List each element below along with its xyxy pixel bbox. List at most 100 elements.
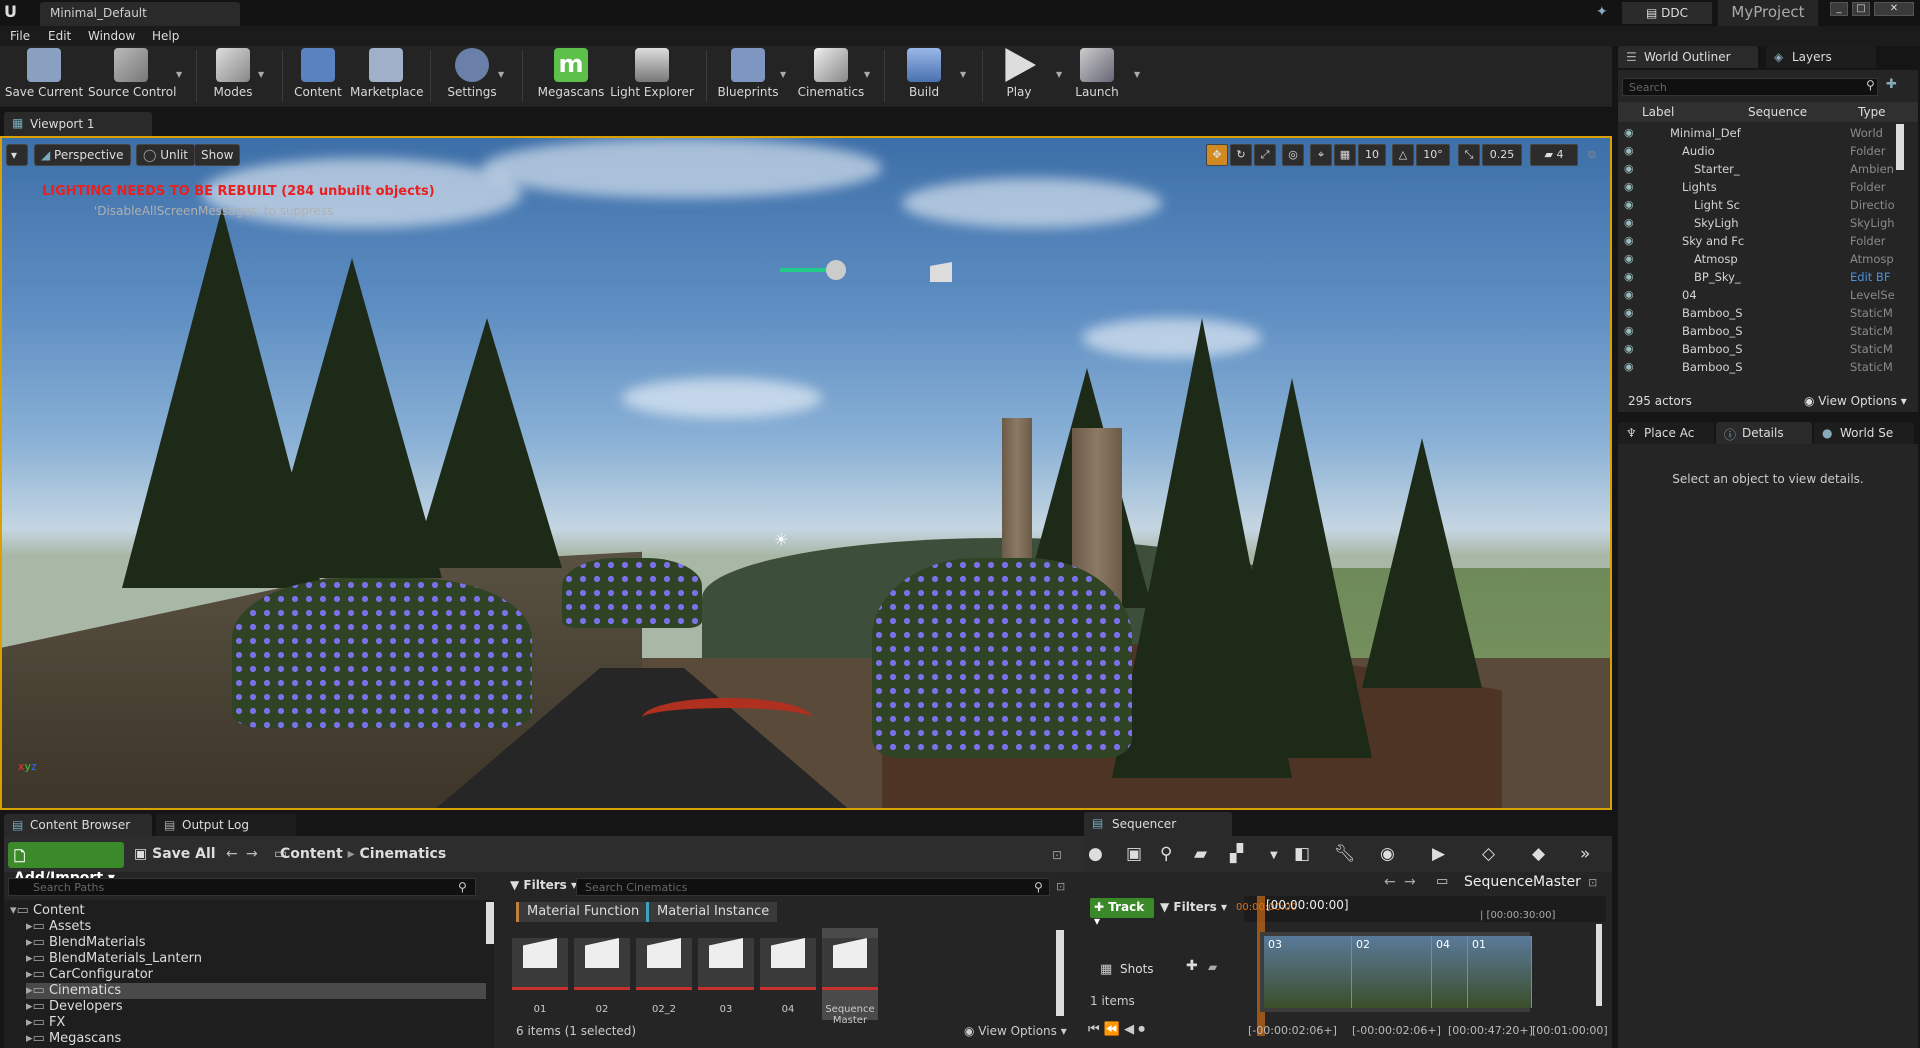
outliner-row[interactable]: ◉ Starter_ Ambien	[1618, 160, 1918, 178]
modes-dropdown-icon[interactable]: ▼	[258, 70, 264, 79]
filters-button[interactable]: ▼ Filters ▾	[510, 878, 577, 892]
source-control-button[interactable]: Source Control	[88, 48, 176, 106]
asset-view-options[interactable]: ◉ View Options ▾	[964, 1024, 1067, 1038]
megascans-button[interactable]: m Megascans	[536, 48, 606, 106]
outliner-row[interactable]: ◉ Bamboo_S StaticM	[1618, 304, 1918, 322]
wrench-icon[interactable]: 🔧︎	[1334, 844, 1356, 864]
folder-tree-item[interactable]: ▸▭ BlendMaterials_Lantern	[26, 951, 486, 967]
dropdown-icon[interactable]: ▼	[1270, 850, 1278, 861]
outliner-row[interactable]: ◉ Bamboo_S StaticM	[1618, 358, 1918, 376]
step-back-icon[interactable]: ⏪	[1104, 1022, 1120, 1037]
document-tab[interactable]: Minimal_Default	[40, 2, 240, 26]
build-button[interactable]: Build	[894, 48, 954, 106]
folder-tree-item[interactable]: ▸▭ FX	[26, 1015, 486, 1031]
grid-snap-icon[interactable]: ▦	[1334, 144, 1356, 166]
expand-icon[interactable]: »	[1580, 844, 1590, 864]
scale-snap-icon[interactable]: ⤡	[1458, 144, 1480, 166]
source-control-dropdown-icon[interactable]: ▼	[176, 70, 182, 79]
back-arrow-icon[interactable]: ←	[226, 846, 238, 862]
col-sequence[interactable]: Sequence	[1748, 105, 1807, 119]
unreal-logo-icon[interactable]: U	[4, 2, 22, 22]
tab-details[interactable]: ⓘ Details	[1716, 422, 1812, 444]
breadcrumb-cinematics[interactable]: Cinematics	[360, 846, 447, 862]
light-explorer-button[interactable]: Light Explorer	[610, 48, 694, 106]
timecode-out[interactable]: [00:00:47:20+]	[1448, 1024, 1533, 1037]
timecode-start[interactable]: [-00:00:02:06+]	[1248, 1024, 1337, 1037]
save-current-button[interactable]: Save Current	[4, 48, 84, 106]
keyframe-icon[interactable]: ◇	[1482, 844, 1495, 864]
rotation-snap-value[interactable]: 10°	[1416, 144, 1450, 166]
shot-section[interactable]: 02	[1352, 936, 1432, 1008]
playback-icon[interactable]: ▶	[1432, 844, 1445, 864]
tab-output-log[interactable]: ▤ Output Log	[156, 814, 296, 836]
add-actor-icon[interactable]: ✚	[1886, 77, 1897, 92]
viewport-tab[interactable]: ▦ Viewport 1	[4, 112, 152, 136]
outliner-scrollbar[interactable]	[1896, 124, 1904, 170]
visibility-icon[interactable]: ◉	[1624, 306, 1634, 319]
launch-button[interactable]: Launch	[1066, 48, 1128, 106]
maximize-icon[interactable]: □	[1852, 2, 1870, 16]
outliner-row[interactable]: ◉ Bamboo_S StaticM	[1618, 322, 1918, 340]
add-track-button[interactable]: ✚ Track ▾	[1090, 898, 1154, 928]
forward-arrow-icon[interactable]: →	[246, 846, 258, 862]
outliner-row[interactable]: ◉ Minimal_Def World	[1618, 124, 1918, 142]
add-shot-icon[interactable]: ✚	[1186, 958, 1198, 974]
sequencer-scrollbar[interactable]	[1596, 924, 1602, 1006]
menu-edit[interactable]: Edit	[48, 29, 71, 43]
tab-place-actors[interactable]: ♆ Place Ac	[1618, 422, 1714, 444]
blueprints-button[interactable]: Blueprints	[712, 48, 784, 106]
asset-tile[interactable]: 04	[760, 928, 816, 1020]
show-button[interactable]: Show	[194, 144, 241, 166]
record-icon[interactable]: ⏺	[1138, 1022, 1145, 1037]
menu-help[interactable]: Help	[152, 29, 179, 43]
shot-section[interactable]: 04	[1432, 936, 1468, 1008]
play-button[interactable]: Play	[988, 48, 1050, 106]
visibility-icon[interactable]: ◉	[1624, 324, 1634, 337]
tab-world-outliner[interactable]: ☰ World Outliner	[1618, 46, 1758, 68]
visibility-icon[interactable]: ◉	[1624, 234, 1634, 247]
folder-tree-scrollbar[interactable]	[486, 902, 494, 944]
folder-tree-item[interactable]: ▸▭ CarConfigurator	[26, 967, 486, 983]
surface-snap-icon[interactable]: ⌖	[1310, 144, 1332, 166]
rotation-snap-icon[interactable]: △	[1392, 144, 1414, 166]
notification-icon[interactable]: ✦	[1596, 4, 1608, 20]
camera-speed-button[interactable]: ▰ 4	[1530, 144, 1578, 166]
outliner-row[interactable]: ◉ Sky and Fc Folder	[1618, 232, 1918, 250]
save-icon[interactable]: ▣	[1126, 844, 1142, 864]
visibility-icon[interactable]: ◉	[1624, 126, 1634, 139]
blueprints-dropdown-icon[interactable]: ▼	[780, 70, 786, 79]
level-viewport[interactable]: ☀	[0, 136, 1612, 810]
cinematics-dropdown-icon[interactable]: ▼	[864, 70, 870, 79]
menu-file[interactable]: File	[10, 29, 30, 43]
tab-layers[interactable]: ◈ Layers	[1766, 46, 1876, 68]
launch-dropdown-icon[interactable]: ▼	[1134, 70, 1140, 79]
cinematics-button[interactable]: Cinematics	[796, 48, 866, 106]
tab-content-browser[interactable]: ▤ Content Browser	[4, 814, 152, 836]
back-arrow-icon[interactable]: ←	[1384, 874, 1396, 890]
eye-icon[interactable]: ◉	[1380, 844, 1395, 864]
path-search-input[interactable]: Search Paths	[8, 878, 476, 896]
minimize-icon[interactable]: _	[1830, 2, 1848, 16]
visibility-icon[interactable]: ◉	[1624, 252, 1634, 265]
translate-tool-icon[interactable]: ✥	[1206, 144, 1228, 166]
shot-section[interactable]: 01	[1468, 936, 1532, 1008]
asset-grid-scrollbar[interactable]	[1056, 930, 1064, 1016]
outliner-row[interactable]: ◉ 04 LevelSe	[1618, 286, 1918, 304]
grid-snap-value[interactable]: 10	[1358, 144, 1386, 166]
visibility-icon[interactable]: ◉	[1624, 288, 1634, 301]
sequencer-filters-button[interactable]: ▼ Filters ▾	[1160, 900, 1227, 914]
camera-icon[interactable]: ▰	[1194, 844, 1207, 864]
world-space-icon[interactable]: ◎	[1282, 144, 1304, 166]
perspective-button[interactable]: ◢ Perspective	[34, 144, 131, 166]
timecode-end[interactable]: [00:01:00:00]	[1532, 1024, 1608, 1037]
clapper-icon[interactable]: ▞	[1230, 844, 1243, 864]
visibility-icon[interactable]: ◉	[1624, 216, 1634, 229]
jump-start-icon[interactable]: ⏮	[1088, 1022, 1100, 1037]
outliner-row[interactable]: ◉ Light Sc Directio	[1618, 196, 1918, 214]
render-icon[interactable]: ◧	[1294, 844, 1310, 864]
asset-tile[interactable]: 02_2	[636, 928, 692, 1020]
folder-tree-item[interactable]: ▸▭ Developers	[26, 999, 486, 1015]
col-type[interactable]: Type	[1858, 105, 1886, 119]
asset-tile[interactable]: Sequence Master	[822, 928, 878, 1026]
outliner-row[interactable]: ◉ Atmosp Atmosp	[1618, 250, 1918, 268]
